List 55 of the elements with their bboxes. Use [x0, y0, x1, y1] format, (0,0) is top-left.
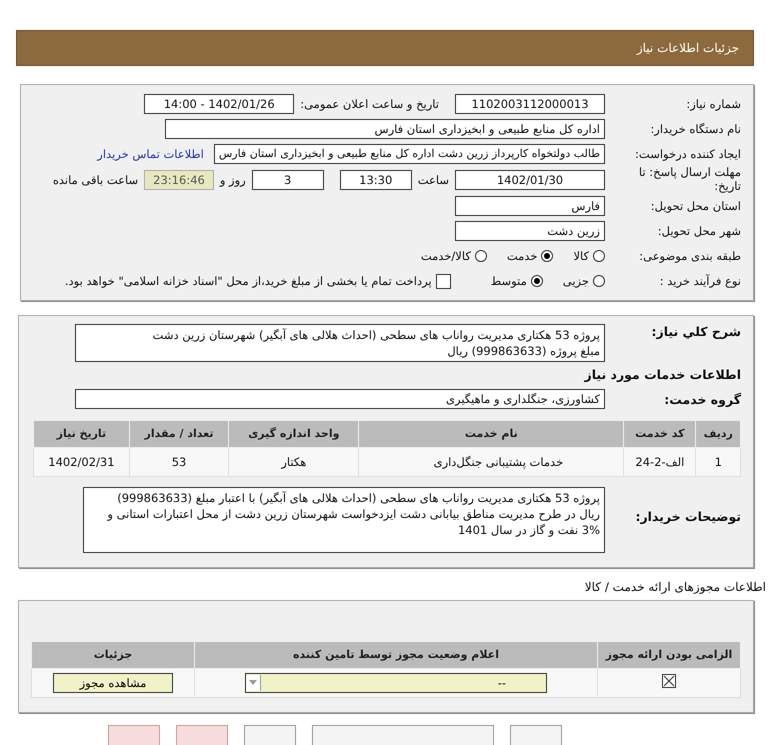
column-header: جزئیات	[32, 641, 194, 668]
page-title: جزئیات اطلاعات نیاز	[636, 41, 739, 55]
deadline-time-field: 13:30	[340, 170, 412, 190]
remaining-time: 23:16:46	[144, 170, 214, 190]
column-header: تعداد / مقدار	[129, 420, 229, 448]
table-cell: هکتار	[228, 447, 359, 476]
radio-label: کالا	[573, 249, 589, 264]
service-group-field: کشاورزی، جنگلداری و ماهیگیری	[75, 389, 605, 410]
field-label: مهلت ارسال پاسخ: تا تاریخ:	[638, 166, 741, 194]
field-label: شهر محل تحویل:	[656, 224, 741, 238]
section-heading: اطلاعات خدمات مورد نياز	[584, 366, 741, 382]
table-cell: 1402/02/31	[34, 447, 130, 476]
field-label: شرح کلي نياز:	[650, 324, 741, 339]
field-label: ساعت باقی مانده	[52, 172, 138, 187]
buyer-field: اداره کل منابع طبیعی و ابخیزداری استان فارس	[165, 118, 605, 138]
need-description: پروژه 53 هکتاری مدیریت رواناب های سطحی (احداث هلالی های آبگیر) شهرستان زرین دشت مبلغ پروژه (999863633) ریال	[75, 324, 605, 362]
days-field: 3	[252, 170, 324, 190]
announce-date-field: 1402/01/26 - 14:00	[144, 94, 294, 114]
radio-label: جزیی	[562, 274, 589, 288]
column-header: واحد اندازه گیری	[228, 420, 359, 448]
field-label: استان محل تحویل:	[650, 199, 741, 214]
status-dropdown[interactable]: --	[245, 672, 547, 693]
field-label: تاریخ و ساعت اعلان عمومی:	[300, 96, 439, 110]
deadline-date-field: 1402/01/30	[455, 170, 605, 190]
table-cell: 1	[696, 447, 740, 476]
need-number-field: 1102003112000013	[455, 94, 605, 114]
table-cell: الف-2-24	[624, 447, 696, 476]
column-header: نام خدمت	[358, 420, 624, 448]
radio-label: متوسط	[490, 274, 527, 288]
field-label: شماره نیاز:	[685, 96, 741, 110]
field-label: روز و	[220, 172, 246, 187]
checkbox-label: پرداخت تمام یا بخشی از مبلغ خرید،از محل "اسناد خزانه اسلامی" خواهد بود.	[64, 274, 432, 288]
buyer-notes: پروژه 53 هکتاری مدیریت رواناب های سطحی (احداث هلالی های آبگیر) با اعتبار مبلغ (999863633) ریال در طرح مدیریت مناطق بیابانی دشت ایزدخواست شهرستان زرین دشت از محل اعتبارات استانی و 3% نفت و گاز در سال 1401	[83, 486, 605, 553]
field-label: توضیحات خریدار:	[634, 508, 741, 524]
column-header: اعلام وضعیت مجوز توسط تامین کننده	[194, 641, 598, 668]
table-cell: 53	[129, 447, 229, 476]
column-header: تاریخ نیاز	[34, 420, 130, 448]
table-cell: خدمات پشتیبانی جنگل‌داری	[358, 447, 624, 476]
field-label: ساعت	[418, 172, 449, 187]
view-permit-button[interactable]: مشاهده مجوز	[53, 672, 173, 693]
buyer-contact-link[interactable]: اطلاعات تماس خریدار	[97, 146, 204, 160]
radio-label: خدمت	[506, 249, 538, 264]
province-field: فارس	[455, 196, 605, 216]
column-header: الزامی بودن ارائه مجوز	[598, 641, 740, 668]
field-label: ایجاد کننده درخواست:	[634, 146, 741, 160]
city-field: زرین دشت	[455, 221, 605, 242]
field-label: گروه خدمت:	[663, 392, 741, 407]
radio-label: کالا/خدمت	[420, 249, 471, 264]
column-header: ردیف	[696, 420, 740, 448]
creator-field: طالب دولتخواه کارپرداز زرین دشت اداره کل منابع طبیعی و ابخیزداری استان فارس	[214, 144, 605, 164]
field-label: نوع فرآیند خرید :	[658, 274, 741, 288]
field-label: طبقه بندی موضوعی:	[638, 249, 741, 264]
field-label: نام دستگاه خریدار:	[649, 122, 741, 136]
column-header: کد خدمت	[624, 420, 696, 448]
section-heading: اطلاعات مجوزهای ارائه خدمت / کالا	[584, 580, 766, 594]
